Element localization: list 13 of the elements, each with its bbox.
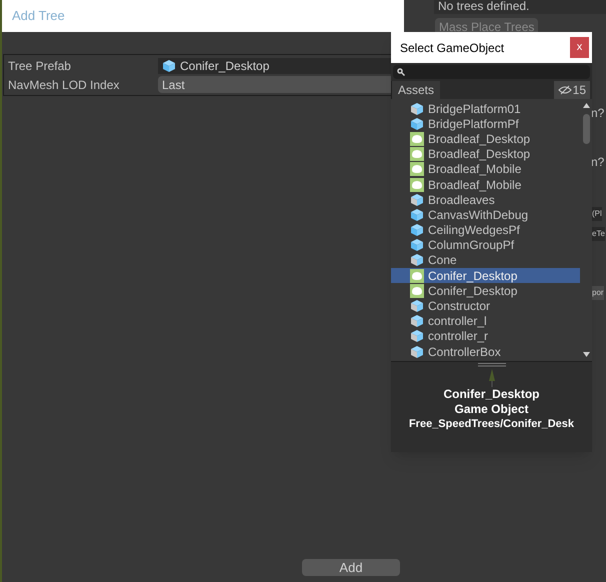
- status-message: No trees defined.: [434, 0, 606, 14]
- preview-type: Game Object: [454, 402, 529, 417]
- preview-path: Free_SpeedTrees/Conifer_Desk: [408, 417, 574, 432]
- field-fragment: (Pl: [592, 207, 602, 221]
- label-fragment: n?: [591, 154, 604, 171]
- field-label: NavMesh LOD Index: [8, 76, 120, 94]
- label-fragment: n?: [591, 105, 604, 122]
- window-title: Add Tree: [12, 7, 65, 26]
- button-fragment: por: [592, 286, 604, 300]
- preview-name: Conifer_Desktop: [443, 387, 540, 402]
- window-title: Select GameObject: [400, 40, 504, 56]
- field-label: Tree Prefab: [8, 58, 72, 74]
- field-fragment: eTe: [592, 227, 605, 241]
